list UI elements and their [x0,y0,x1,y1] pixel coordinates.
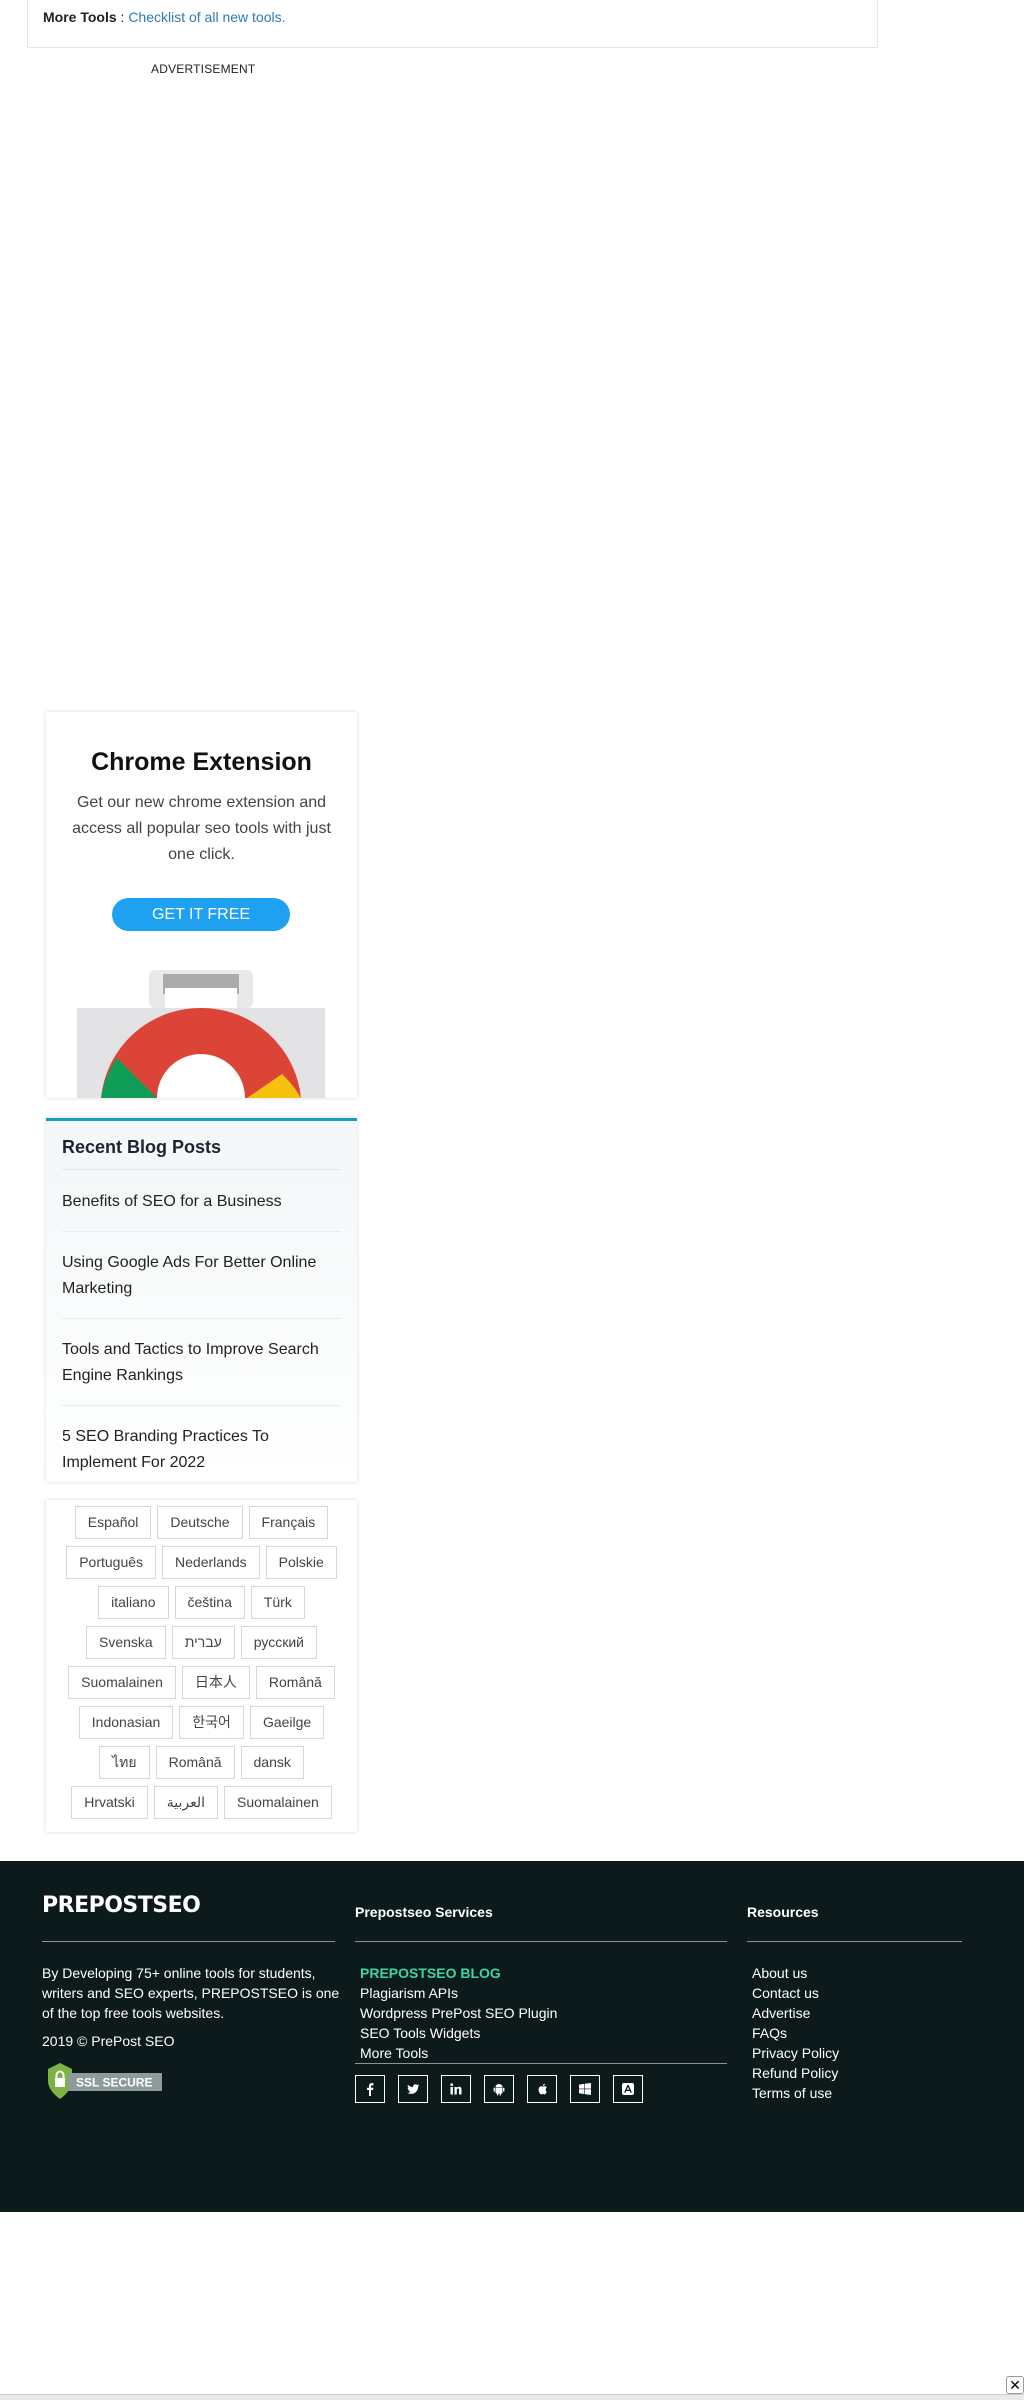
language-link[interactable]: Português [66,1546,157,1579]
language-link[interactable]: čeština [174,1586,245,1619]
prepostseo-logo[interactable]: PREPOSTSEO [42,1893,201,1918]
language-link[interactable]: Suomalainen [224,1786,332,1819]
footer-link[interactable]: More Tools [360,2043,557,2063]
recent-blog-posts-card: Recent Blog Posts Benefits of SEO for a … [46,1118,357,1482]
apple-icon[interactable] [527,2075,557,2103]
language-link[interactable]: Svenska [86,1626,166,1659]
checklist-link[interactable]: Checklist of all new tools. [128,9,285,25]
footer-copyright: 2019 © PrePost SEO [42,2033,175,2049]
language-selector-card: Español Deutsche Français Português Nede… [46,1500,357,1832]
language-link[interactable]: 한국어 [179,1706,244,1739]
advertisement-label: ADVERTISEMENT [151,62,256,76]
language-link[interactable]: Gaeilge [249,1706,325,1739]
footer-link[interactable]: SEO Tools Widgets [360,2023,557,2043]
social-links [355,2075,643,2103]
language-link[interactable]: ไทย [99,1746,150,1779]
footer-link[interactable]: Contact us [752,1983,839,2003]
language-link[interactable]: Türk [250,1586,305,1619]
linkedin-icon[interactable] [441,2075,471,2103]
language-link[interactable]: עברית [171,1626,235,1659]
language-link[interactable]: Nederlands [162,1546,260,1579]
footer-link[interactable]: About us [752,1963,839,1983]
blog-post-link[interactable]: 5 SEO Branding Practices To Implement Fo… [62,1406,341,1492]
chrome-web-store-illustration [77,970,325,1098]
blog-post-link[interactable]: Benefits of SEO for a Business [62,1171,341,1232]
footer-about-text: By Developing 75+ online tools for stude… [42,1965,340,2021]
app-store-icon[interactable] [613,2075,643,2103]
footer-link[interactable]: Wordpress PrePost SEO Plugin [360,2003,557,2023]
services-heading: Prepostseo Services [355,1904,493,1920]
divider [355,2063,727,2064]
twitter-icon[interactable] [398,2075,428,2103]
language-link[interactable]: Français [248,1506,329,1539]
language-link[interactable]: Indonasian [78,1706,174,1739]
divider [355,1941,727,1942]
site-footer: PREPOSTSEO By Developing 75+ online tool… [0,1861,1024,2212]
language-link[interactable]: 日本人 [181,1666,250,1699]
language-link[interactable]: dansk [240,1746,304,1779]
footer-link[interactable]: FAQs [752,2023,839,2043]
chrome-extension-description: Get our new chrome extension and access … [72,794,331,863]
language-link[interactable]: Hrvatski [71,1786,148,1819]
services-links: PREPOSTSEO BLOG Plagiarism APIs Wordpres… [360,1963,557,2063]
language-link[interactable]: Suomalainen [68,1666,176,1699]
language-link[interactable]: Română [155,1746,235,1779]
chrome-extension-card: Chrome Extension Get our new chrome exte… [46,712,357,1098]
language-link[interactable]: Español [74,1506,152,1539]
footer-link[interactable]: Privacy Policy [752,2043,839,2063]
recent-blog-posts-title: Recent Blog Posts [62,1137,222,1157]
language-link[interactable]: Deutsche [157,1506,243,1539]
language-link[interactable]: Română [255,1666,335,1699]
language-list: Español Deutsche Français Português Nede… [58,1506,345,1819]
footer-link[interactable]: Advertise [752,2003,839,2023]
blog-post-list: Benefits of SEO for a Business Using Goo… [62,1171,341,1492]
resources-links: About us Contact us Advertise FAQs Priva… [752,1963,839,2103]
footer-link[interactable]: Plagiarism APIs [360,1983,557,2003]
sticky-ad-bar [0,2394,1024,2400]
page: More Tools : Checklist of all new tools.… [0,0,1024,2400]
facebook-icon[interactable] [355,2075,385,2103]
get-it-free-button[interactable]: GET IT FREE [112,898,290,931]
footer-link[interactable]: Refund Policy [752,2063,839,2083]
close-ad-button[interactable]: ✕ [1006,2376,1024,2394]
footer-link[interactable]: Terms of use [752,2083,839,2103]
more-tools-box: More Tools : Checklist of all new tools. [27,0,878,48]
language-link[interactable]: Polskie [265,1546,337,1579]
footer-link[interactable]: PREPOSTSEO BLOG [360,1963,557,1983]
divider [42,1941,335,1942]
divider [62,1169,341,1170]
windows-icon[interactable] [570,2075,600,2103]
resources-heading: Resources [747,1904,819,1920]
more-tools-separator: : [116,9,129,25]
chrome-extension-title: Chrome Extension [91,748,312,776]
android-icon[interactable] [484,2075,514,2103]
language-link[interactable]: русский [240,1626,317,1659]
more-tools-label: More Tools [43,9,117,25]
ssl-badge-text: SSL SECURE [76,2076,152,2090]
blog-post-link[interactable]: Tools and Tactics to Improve Search Engi… [62,1319,341,1406]
ssl-secure-badge: SSL SECURE [48,2063,162,2099]
blog-post-link[interactable]: Using Google Ads For Better Online Marke… [62,1232,341,1319]
language-link[interactable]: العربية [153,1786,219,1819]
language-link[interactable]: italiano [98,1586,169,1619]
divider [747,1941,962,1942]
